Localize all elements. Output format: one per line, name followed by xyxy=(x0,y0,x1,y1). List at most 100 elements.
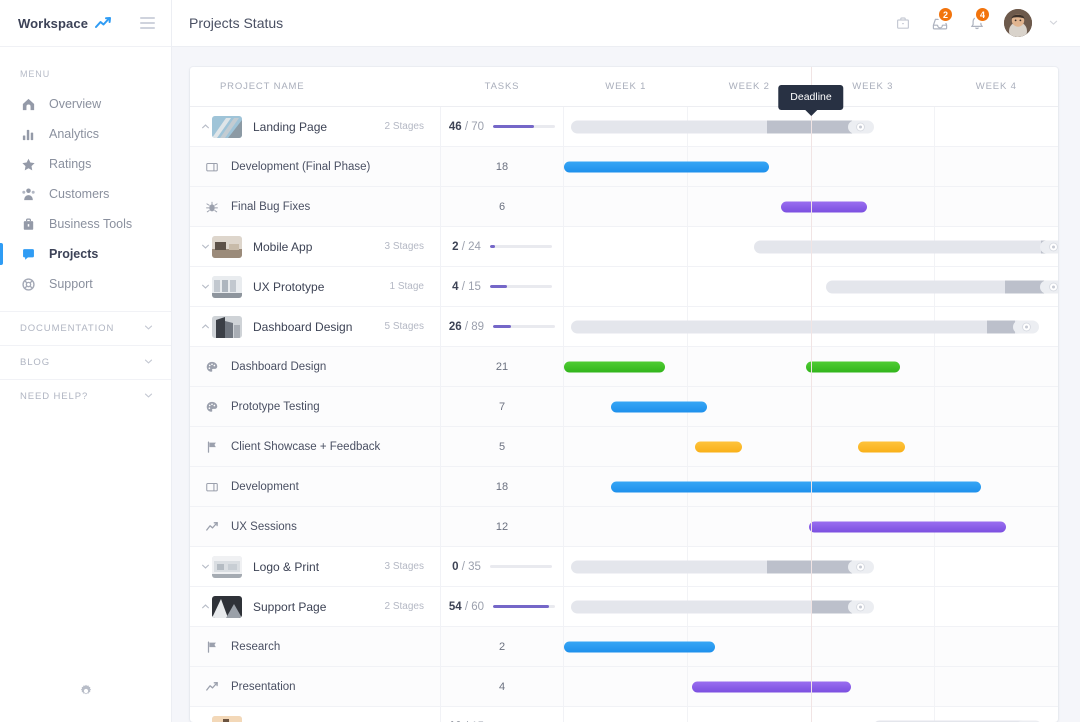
project-name: Support Page xyxy=(253,599,327,614)
gantt-task-bar[interactable] xyxy=(610,481,982,492)
task-count: 2 xyxy=(498,640,506,653)
task-row[interactable]: Final Bug Fixes 6 xyxy=(190,187,1058,227)
sidebar-item-overview[interactable]: Overview xyxy=(0,89,171,119)
chevron-down-icon xyxy=(144,357,153,369)
task-name: Prototype Testing xyxy=(231,400,320,413)
sidebar-item-customers[interactable]: Customers xyxy=(0,179,171,209)
gantt-summary-bar[interactable] xyxy=(825,280,1058,293)
gantt-task-bar[interactable] xyxy=(694,441,742,452)
gantt-summary-bar[interactable] xyxy=(571,600,874,613)
tasks-done: 54 xyxy=(448,600,462,613)
gantt-cell xyxy=(564,627,1058,666)
task-row[interactable]: Client Showcase + Feedback 5 xyxy=(190,427,1058,467)
task-row[interactable]: Development (Final Phase) 18 xyxy=(190,147,1058,187)
gantt-task-bar[interactable] xyxy=(564,361,666,372)
sidebar-item-analytics[interactable]: Analytics xyxy=(0,119,171,149)
gantt-bar-handle[interactable] xyxy=(1013,320,1040,333)
chevron-down-icon xyxy=(144,391,153,403)
project-row[interactable]: Logo & Print 3 Stages 0 / 35 xyxy=(190,547,1058,587)
chevron-up-icon[interactable] xyxy=(190,602,212,611)
gantt-task-bar[interactable] xyxy=(806,361,900,372)
table-body: Landing Page 2 Stages 46 / 70 Development (… xyxy=(190,107,1058,722)
gantt-task-bar[interactable] xyxy=(610,401,707,412)
briefcase-icon xyxy=(20,216,36,232)
trend-icon xyxy=(204,520,220,534)
gantt-bar-handle[interactable] xyxy=(847,560,874,573)
inbox-icon[interactable]: 2 xyxy=(930,6,954,33)
gantt-task-bar[interactable] xyxy=(564,161,769,172)
project-thumbnail xyxy=(212,275,242,298)
sidebar-item-projects[interactable]: Projects xyxy=(0,239,171,269)
hamburger-icon[interactable] xyxy=(140,17,155,29)
gantt-task-bar[interactable] xyxy=(564,641,715,652)
chevron-down-icon[interactable] xyxy=(1049,14,1058,32)
project-row[interactable]: Internal Database1 Stage12 / 15 xyxy=(190,707,1058,722)
task-name-cell: Client Showcase + Feedback xyxy=(190,427,440,466)
gantt-task-bar[interactable] xyxy=(692,681,851,692)
sidebar-item-label: Business Tools xyxy=(49,217,133,231)
task-row[interactable]: Presentation 4 xyxy=(190,667,1058,707)
sidebar-section-blog[interactable]: BLOG xyxy=(0,345,171,379)
task-count: 7 xyxy=(498,400,506,413)
sidebar-section-documentation[interactable]: DOCUMENTATION xyxy=(0,311,171,345)
task-row[interactable]: Dashboard Design 21 xyxy=(190,347,1058,387)
task-name: Development xyxy=(231,480,299,493)
briefcase-icon[interactable] xyxy=(893,13,913,33)
sidebar-item-ratings[interactable]: Ratings xyxy=(0,149,171,179)
tasks-progress-bar xyxy=(493,325,556,328)
gantt-task-bar[interactable] xyxy=(781,201,867,212)
gantt-cell xyxy=(564,547,1058,586)
gantt-bar-handle[interactable] xyxy=(847,600,874,613)
tasks-cell: 7 xyxy=(440,387,564,426)
gantt-cell xyxy=(564,227,1058,266)
task-row[interactable]: UX Sessions 12 xyxy=(190,507,1058,547)
chat-icon xyxy=(20,246,36,262)
brand-logo-group[interactable]: Workspace xyxy=(18,16,112,31)
tasks-progress-bar xyxy=(489,565,552,568)
gear-icon[interactable] xyxy=(78,683,94,704)
avatar[interactable] xyxy=(1004,9,1032,37)
chevron-up-icon[interactable] xyxy=(190,322,212,331)
project-row[interactable]: Dashboard Design 5 Stages 26 / 89 xyxy=(190,307,1058,347)
chevron-down-icon[interactable] xyxy=(190,282,212,291)
chevron-down-icon[interactable] xyxy=(190,242,212,251)
sidebar-section-need-help[interactable]: NEED HELP? xyxy=(0,379,171,413)
tasks-cell: 21 xyxy=(440,347,564,386)
project-row[interactable]: UX Prototype 1 Stage 4 / 15 xyxy=(190,267,1058,307)
gantt-cell xyxy=(564,707,1058,722)
gantt-bar-handle[interactable] xyxy=(1040,280,1058,293)
tasks-progress-bar xyxy=(489,285,552,288)
task-count: 18 xyxy=(495,160,509,173)
chevron-up-icon[interactable] xyxy=(190,122,212,131)
bell-icon[interactable]: 4 xyxy=(967,6,991,33)
content-area: PROJECT NAME TASKS WEEK 1 WEEK 2 WEEK 3 … xyxy=(172,47,1080,722)
gantt-cell xyxy=(564,667,1058,706)
project-row[interactable]: Support Page 2 Stages 54 / 60 xyxy=(190,587,1058,627)
star-icon xyxy=(20,156,36,172)
home-icon xyxy=(20,96,36,112)
task-count: 5 xyxy=(498,440,506,453)
chevron-down-icon[interactable] xyxy=(190,562,212,571)
project-name: Landing Page xyxy=(253,119,328,134)
task-row[interactable]: Research 2 xyxy=(190,627,1058,667)
gantt-summary-bar[interactable] xyxy=(754,240,1058,253)
gantt-bar-handle[interactable] xyxy=(1040,240,1058,253)
sidebar-item-support[interactable]: Support xyxy=(0,269,171,299)
projects-table-card: PROJECT NAME TASKS WEEK 1 WEEK 2 WEEK 3 … xyxy=(190,67,1058,722)
project-name: Logo & Print xyxy=(253,559,320,574)
project-row[interactable]: Landing Page 2 Stages 46 / 70 xyxy=(190,107,1058,147)
chevron-down-icon xyxy=(144,323,153,335)
gantt-summary-fill xyxy=(767,560,852,573)
gantt-summary-bar[interactable] xyxy=(571,120,874,133)
tasks-total: / 24 xyxy=(458,240,481,253)
project-row[interactable]: Mobile App 3 Stages 2 / 24 xyxy=(190,227,1058,267)
column-header-week-1: WEEK 1 xyxy=(605,81,647,92)
task-row[interactable]: Prototype Testing 7 xyxy=(190,387,1058,427)
gantt-task-bar[interactable] xyxy=(808,521,1007,532)
sidebar-item-business-tools[interactable]: Business Tools xyxy=(0,209,171,239)
gantt-summary-bar[interactable] xyxy=(571,560,874,573)
gantt-bar-handle[interactable] xyxy=(847,120,874,133)
gantt-summary-bar[interactable] xyxy=(571,320,1040,333)
task-row[interactable]: Development 18 xyxy=(190,467,1058,507)
gantt-task-bar[interactable] xyxy=(857,441,905,452)
